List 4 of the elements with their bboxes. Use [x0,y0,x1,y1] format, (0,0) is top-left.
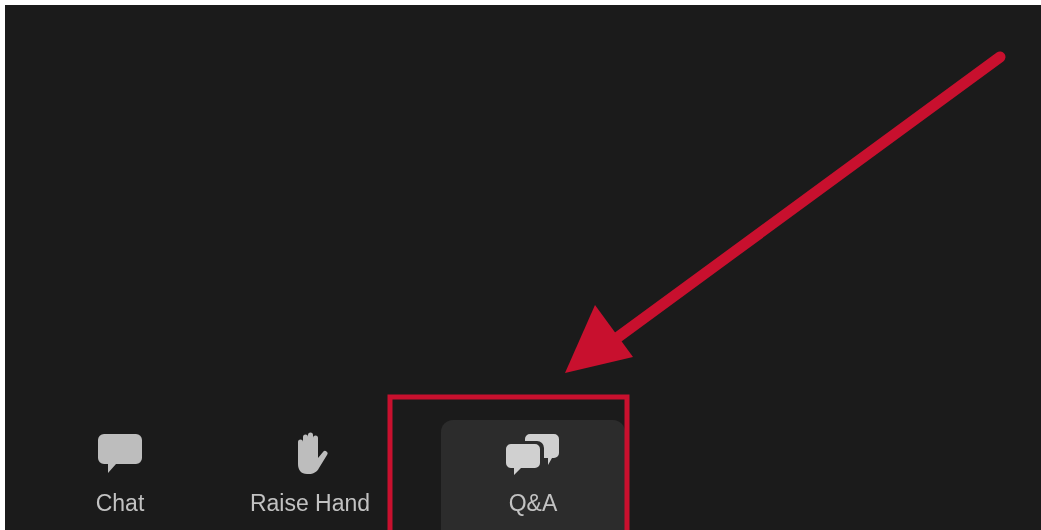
speech-bubbles-icon [504,432,562,476]
toolbar-button[interactable]: Raise Hand [235,420,385,530]
toolbar-button[interactable]: Chat [60,420,180,530]
toolbar-button[interactable]: Q&A [441,420,625,530]
